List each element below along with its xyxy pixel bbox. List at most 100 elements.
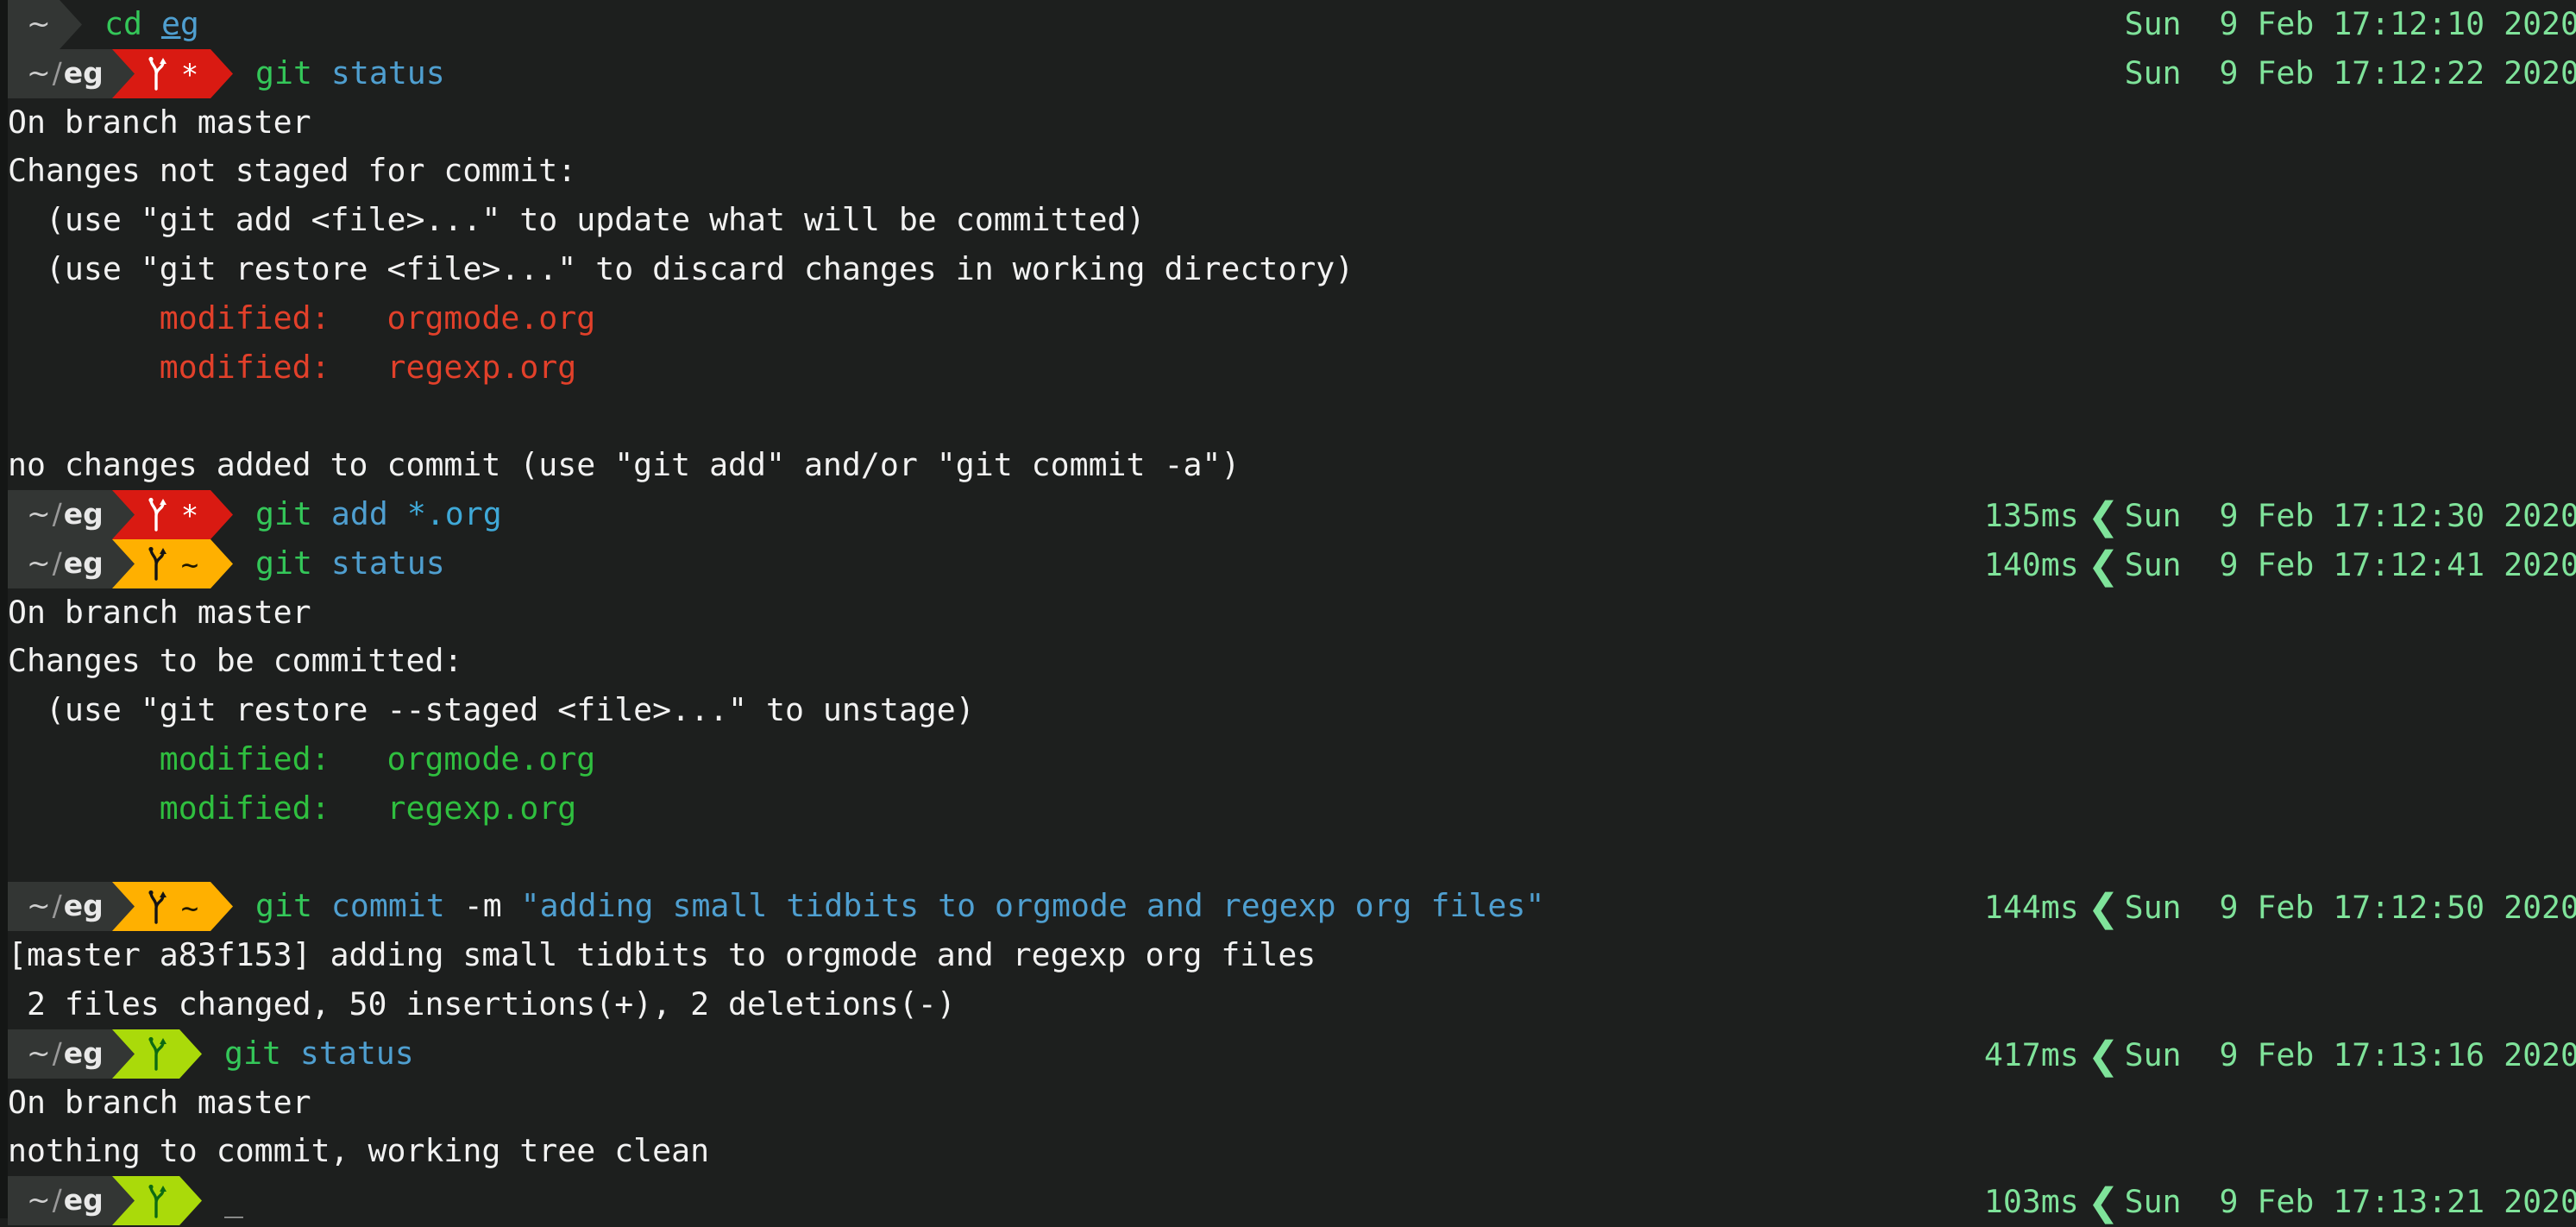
- prompt-right-status: 103ms ❮ Sun 9 Feb 17:13:21 2020: [1984, 1176, 2576, 1225]
- powerline-prompt: ~ / eg ~: [8, 538, 234, 588]
- git-status-mark: ~: [180, 548, 199, 583]
- git-branch-icon: [145, 497, 167, 532]
- output-text: no changes added to commit (use "git add…: [8, 441, 1240, 490]
- output-text: Changes to be committed:: [8, 637, 462, 686]
- output-span: (use "git restore <file>..." to discard …: [8, 249, 1354, 287]
- powerline-right-arrow-icon: [111, 1029, 135, 1079]
- git-branch-icon: [145, 1036, 167, 1071]
- terminal-prompt-line: ~ / eg git status 417ms ❮ Sun 9 Feb 17:13:16 2…: [0, 1029, 2576, 1079]
- terminal-output-line: modified: orgmode.org: [0, 735, 2576, 784]
- powerline-prompt: ~ / eg: [8, 1029, 202, 1079]
- terminal-output-line: modified: regexp.org: [0, 784, 2576, 834]
- output-span: no changes added to commit (use "git add…: [8, 446, 1241, 484]
- terminal-prompt-line: ~ / eg ~ git commit -m "adding small tidbits…: [0, 882, 2576, 932]
- command-token: -m: [463, 887, 521, 925]
- command-timestamp: Sun 9 Feb 17:12:10 2020: [2124, 5, 2576, 42]
- git-status-mark: *: [180, 499, 199, 534]
- prompt-git-segment: ~: [134, 882, 211, 932]
- git-status-mark: ~: [180, 890, 199, 926]
- command-duration: 144ms: [1983, 889, 2079, 927]
- command-timestamp: Sun 9 Feb 17:12:50 2020: [2124, 889, 2576, 927]
- git-branch-icon: [145, 546, 167, 581]
- command-token: git: [255, 887, 331, 925]
- terminal-output-line: nothing to commit, working tree clean: [0, 1127, 2576, 1176]
- powerline-right-arrow-icon: [179, 1029, 202, 1079]
- terminal-output-line: 2 files changed, 50 insertions(+), 2 del…: [0, 980, 2576, 1029]
- terminal-output-line: (use "git restore --staged <file>..." to…: [0, 686, 2576, 735]
- output-span: Changes to be committed:: [8, 642, 463, 680]
- command-token: commit: [330, 887, 464, 925]
- output-span: 2 files changed, 50 insertions(+), 2 del…: [8, 985, 956, 1022]
- command-timestamp: Sun 9 Feb 17:12:22 2020: [2124, 53, 2576, 91]
- output-text: On branch master: [8, 588, 311, 638]
- prompt-path-segment: ~ / eg: [8, 1029, 112, 1079]
- powerline-right-arrow-icon: [179, 1176, 202, 1226]
- command-token: *.org: [406, 494, 502, 532]
- command-token: eg: [160, 5, 199, 42]
- output-text: (use "git restore <file>..." to discard …: [8, 245, 1354, 294]
- command-input[interactable]: _: [224, 1176, 243, 1225]
- powerline-right-arrow-icon: [210, 48, 234, 98]
- output-text: modified: regexp.org: [8, 784, 576, 834]
- git-status-mark: *: [180, 58, 199, 93]
- terminal-output-line: modified: regexp.org: [0, 343, 2576, 393]
- output-span: On branch master: [8, 103, 311, 141]
- output-text: Changes not staged for commit:: [8, 147, 576, 196]
- prompt-right-status: 135ms ❮ Sun 9 Feb 17:12:30 2020: [1984, 490, 2576, 539]
- prompt-path-segment: ~ / eg: [8, 1176, 112, 1225]
- command-token: _: [224, 1181, 243, 1219]
- powerline-left-thin-chevron-icon: ❮: [2087, 1180, 2120, 1225]
- terminal-output-line: (use "git restore <file>..." to discard …: [0, 245, 2576, 294]
- command-input[interactable]: git commit -m "adding small tidbits to o…: [255, 882, 1544, 931]
- terminal-prompt-line: ~ / eg ~ git status 140ms ❮ Sun 9 Feb 17:12:41 …: [0, 538, 2576, 588]
- prompt-git-segment: [134, 1176, 179, 1225]
- terminal-window[interactable]: ~ cd eg Sun 9 Feb 17:12:10 2020 ~ / eg * git st…: [0, 0, 2576, 1226]
- command-duration: 140ms: [1983, 545, 2079, 583]
- terminal-prompt-line: ~ cd eg Sun 9 Feb 17:12:10 2020: [0, 0, 2576, 49]
- powerline-prompt: ~ / eg *: [8, 489, 234, 539]
- output-text: [master a83f153] adding small tidbits to…: [8, 931, 1316, 980]
- output-text: modified: orgmode.org: [8, 294, 595, 343]
- output-span: On branch master: [8, 593, 311, 631]
- terminal-scrollback: ~ cd eg Sun 9 Feb 17:12:10 2020 ~ / eg * git st…: [0, 0, 2576, 1226]
- prompt-right-status: Sun 9 Feb 17:12:10 2020: [2125, 0, 2576, 49]
- command-token: "adding small tidbits to orgmode and reg…: [520, 887, 1545, 925]
- command-token: status: [299, 1034, 414, 1072]
- terminal-output-line: modified: orgmode.org: [0, 294, 2576, 343]
- powerline-right-arrow-icon: [111, 882, 135, 932]
- command-duration: 417ms: [1983, 1035, 2079, 1073]
- terminal-output-line: Changes to be committed:: [0, 637, 2576, 686]
- prompt-git-segment: *: [134, 489, 211, 539]
- output-text: On branch master: [8, 98, 311, 148]
- prompt-path-segment: ~: [8, 0, 60, 49]
- terminal-prompt-line: ~ / eg * git add *.org 135ms ❮ Sun 9 Feb 17:12:…: [0, 489, 2576, 539]
- prompt-git-segment: ~: [134, 538, 211, 588]
- command-token: add: [330, 494, 407, 532]
- command-timestamp: Sun 9 Feb 17:12:30 2020: [2124, 496, 2576, 534]
- output-text: modified: orgmode.org: [8, 735, 595, 784]
- command-input[interactable]: git status: [255, 539, 445, 588]
- command-input[interactable]: cd eg: [104, 0, 199, 49]
- git-branch-icon: [145, 890, 167, 924]
- prompt-path-segment: ~ / eg: [8, 882, 112, 932]
- command-input[interactable]: git status: [255, 49, 445, 98]
- terminal-output-line: On branch master: [0, 588, 2576, 638]
- command-duration: 103ms: [1983, 1183, 2079, 1221]
- powerline-right-arrow-icon: [210, 882, 234, 932]
- output-text: (use "git add <file>..." to update what …: [8, 196, 1146, 245]
- command-token: git: [255, 494, 331, 532]
- command-input[interactable]: git add *.org: [255, 490, 502, 539]
- powerline-right-arrow-icon: [210, 538, 234, 588]
- command-input[interactable]: git status: [224, 1029, 414, 1079]
- output-span: modified: orgmode.org: [8, 739, 596, 777]
- terminal-output-line: (use "git add <file>..." to update what …: [0, 196, 2576, 245]
- git-branch-icon: [145, 1184, 167, 1218]
- command-timestamp: Sun 9 Feb 17:13:16 2020: [2124, 1035, 2576, 1073]
- powerline-prompt: ~: [8, 0, 82, 49]
- output-span: modified: orgmode.org: [8, 299, 596, 337]
- prompt-path-segment: ~ / eg: [8, 489, 112, 539]
- prompt-path-segment: ~ / eg: [8, 48, 112, 98]
- command-token: git: [255, 53, 331, 91]
- terminal-output-line: Changes not staged for commit:: [0, 147, 2576, 196]
